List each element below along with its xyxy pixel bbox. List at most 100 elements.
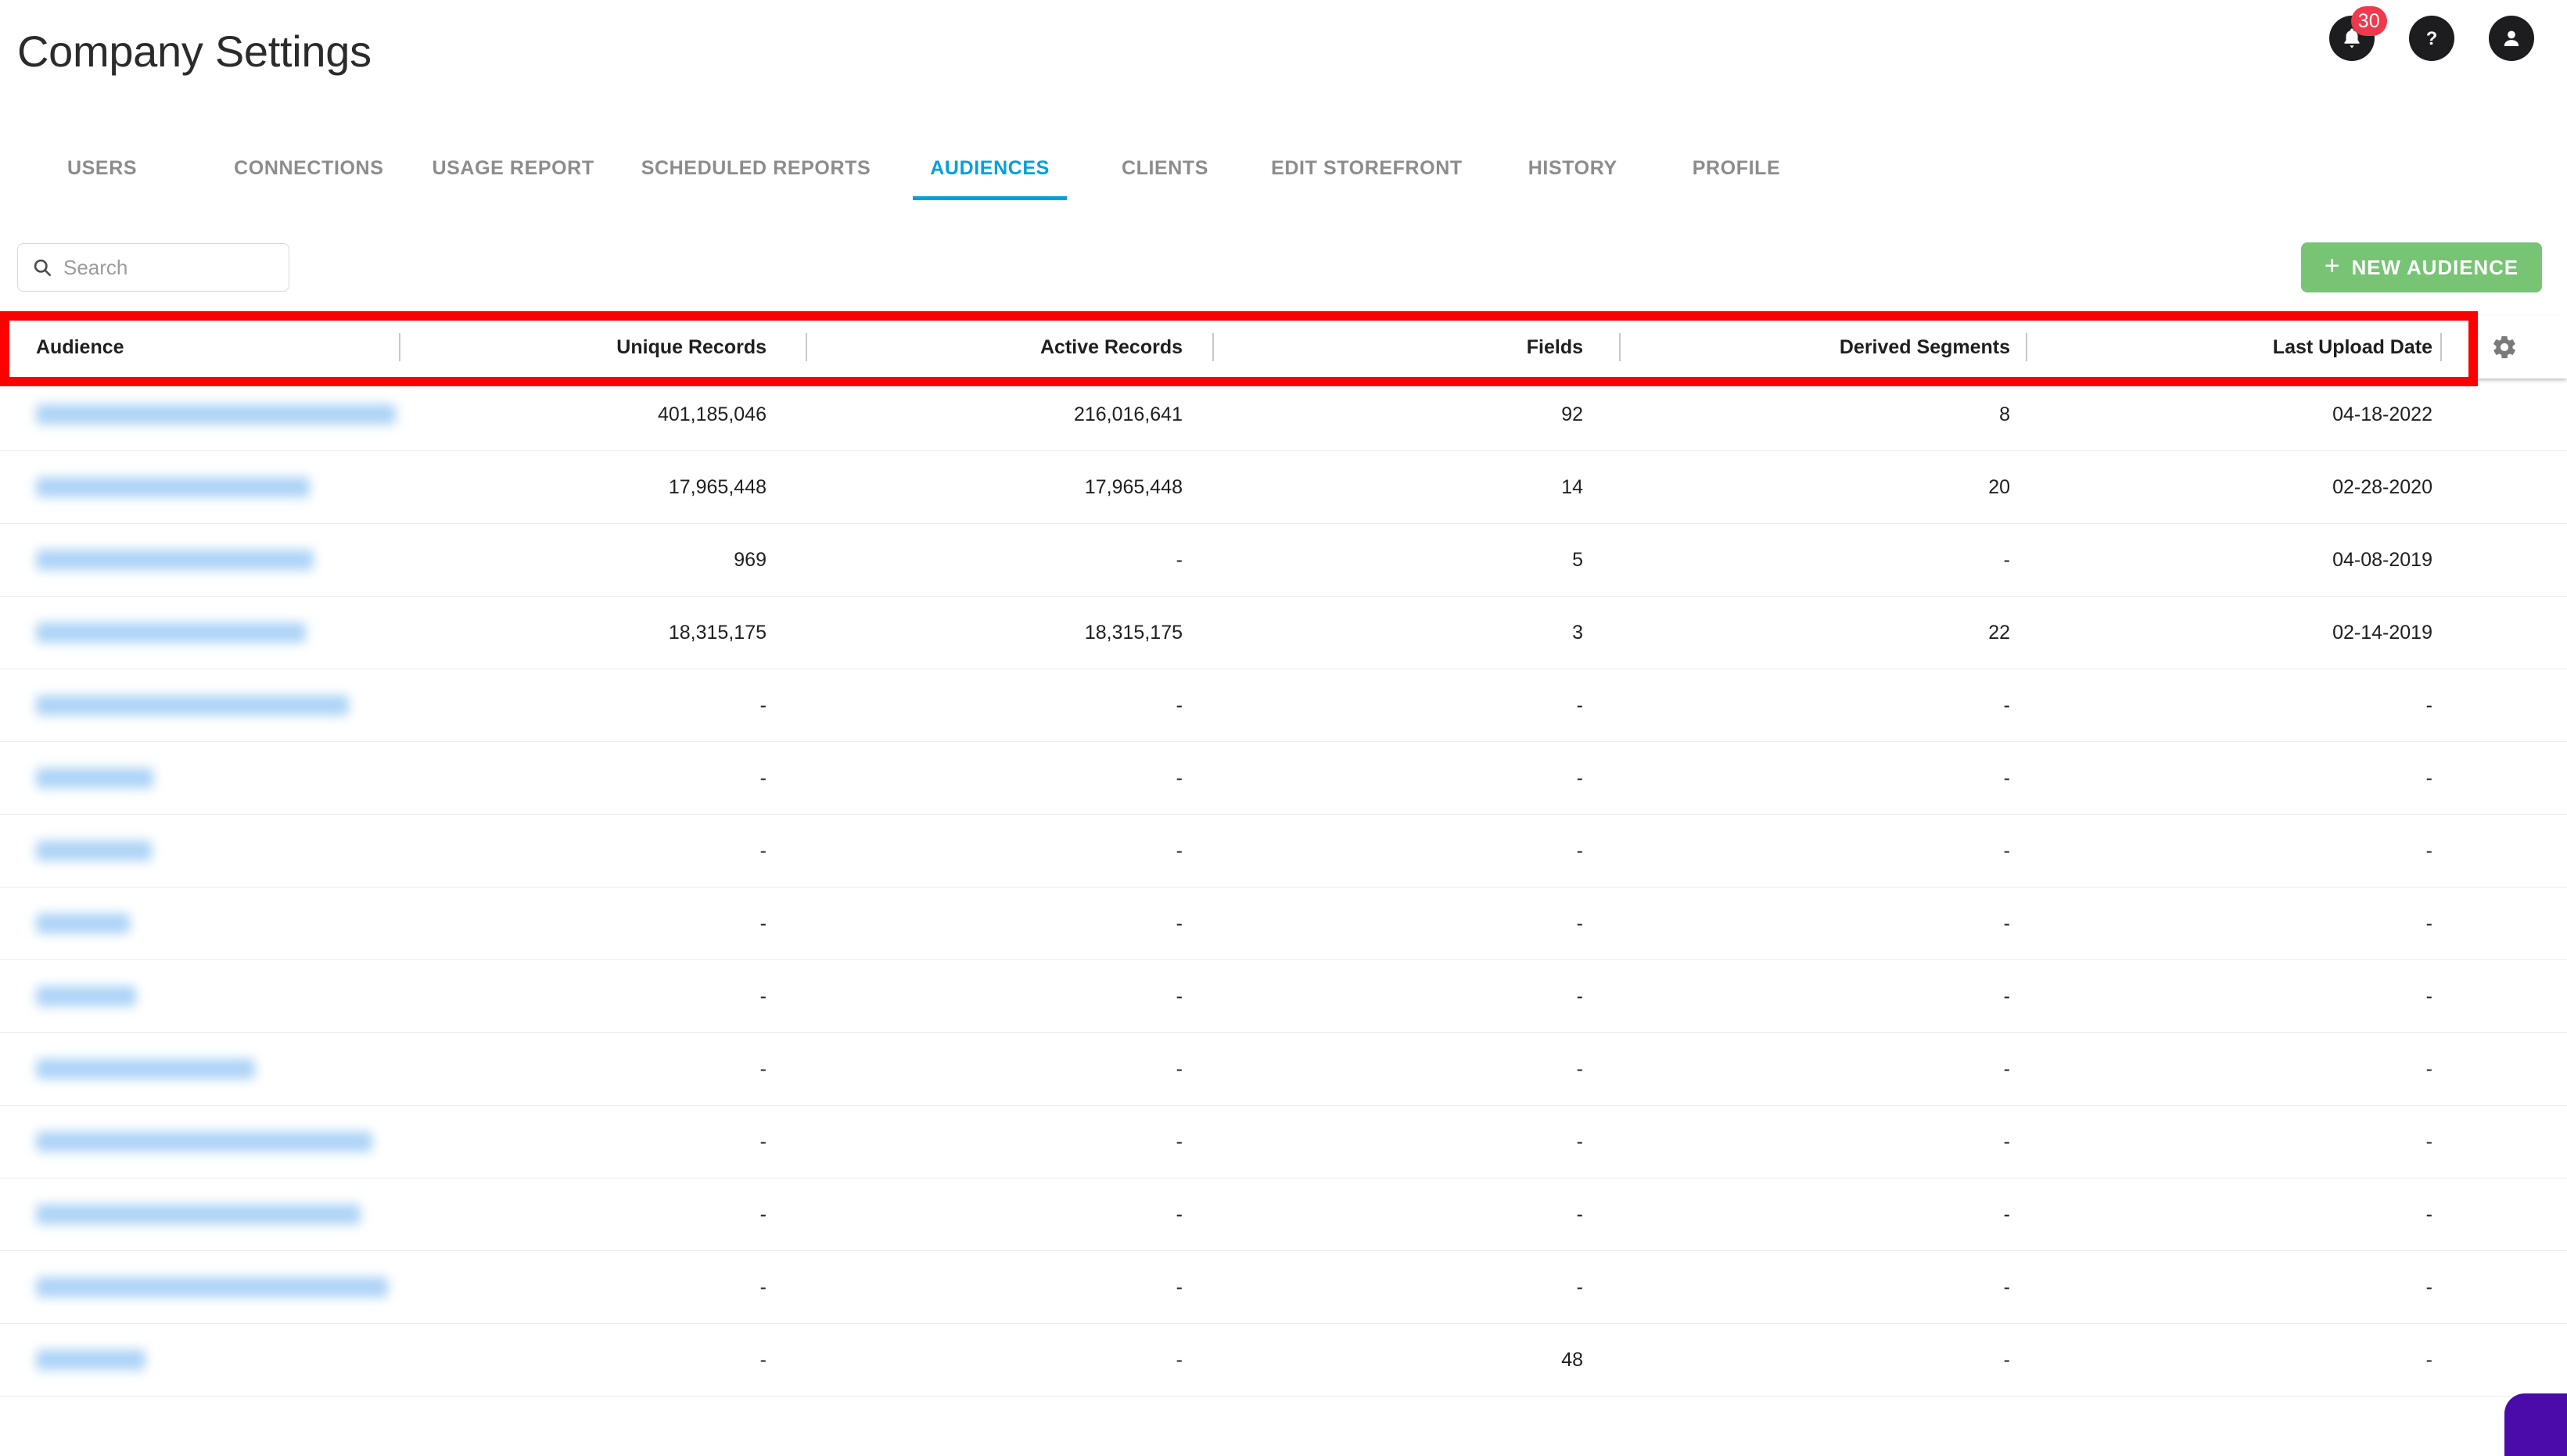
audience-name-redacted[interactable] bbox=[36, 695, 349, 715]
table-row[interactable]: - - - - - bbox=[0, 960, 2567, 1033]
tab-scheduled-reports[interactable]: SCHEDULED REPORTS bbox=[641, 157, 871, 200]
notifications-icon[interactable]: 30 bbox=[2329, 6, 2387, 61]
audience-name-redacted[interactable] bbox=[36, 622, 306, 643]
table-row[interactable]: - - - - - bbox=[0, 1251, 2567, 1324]
column-header-derived-segments[interactable]: Derived Segments bbox=[1621, 333, 2027, 361]
cell-derived-segments: 22 bbox=[1988, 621, 2010, 644]
table-row[interactable]: - - - - - bbox=[0, 888, 2567, 960]
search-icon bbox=[34, 259, 52, 277]
cell-spacer bbox=[2442, 378, 2567, 450]
audience-name-redacted[interactable] bbox=[36, 1204, 361, 1225]
table-settings-button[interactable] bbox=[2442, 334, 2567, 360]
cell-audience[interactable] bbox=[0, 597, 400, 669]
table-row[interactable]: - - - - - bbox=[0, 1106, 2567, 1178]
cell-derived-segments: - bbox=[2003, 984, 2010, 1007]
cell-audience[interactable] bbox=[0, 524, 400, 596]
table-header-row: Audience Unique Records Active Records F… bbox=[0, 316, 2567, 378]
account-icon[interactable] bbox=[2489, 16, 2534, 61]
cell-spacer bbox=[2442, 669, 2567, 741]
table-row[interactable]: 401,185,046 216,016,641 92 8 04-18-2022 bbox=[0, 378, 2567, 451]
column-header-audience[interactable]: Audience bbox=[0, 333, 400, 361]
cell-unique-records: - bbox=[759, 1348, 767, 1371]
cell-spacer bbox=[2442, 1106, 2567, 1178]
search-box[interactable] bbox=[17, 243, 289, 292]
tab-profile[interactable]: PROFILE bbox=[1693, 157, 1781, 200]
search-input[interactable] bbox=[63, 255, 275, 280]
table-row[interactable]: - - - - - bbox=[0, 742, 2567, 815]
table-row[interactable]: 18,315,175 18,315,175 3 22 02-14-2019 bbox=[0, 597, 2567, 669]
audience-name-redacted[interactable] bbox=[36, 477, 310, 497]
cell-audience[interactable] bbox=[0, 815, 400, 887]
tab-users[interactable]: USERS bbox=[67, 157, 137, 200]
audience-name-redacted[interactable] bbox=[36, 986, 136, 1006]
cell-fields: 14 bbox=[1561, 475, 1583, 498]
column-header-fields[interactable]: Fields bbox=[1214, 333, 1621, 361]
table-row[interactable]: - - - - - bbox=[0, 815, 2567, 888]
help-icon[interactable]: ? bbox=[2409, 16, 2454, 61]
cell-spacer bbox=[2442, 451, 2567, 523]
column-resizer-last-upload-date[interactable] bbox=[2440, 333, 2442, 361]
audience-name-redacted[interactable] bbox=[36, 1059, 255, 1079]
cell-active-records: - bbox=[1176, 1130, 1183, 1153]
cell-audience[interactable] bbox=[0, 1324, 400, 1396]
audience-name-redacted[interactable] bbox=[36, 1131, 372, 1152]
cell-fields: 5 bbox=[1572, 548, 1583, 571]
cell-active-records: - bbox=[1176, 1348, 1183, 1371]
audience-name-redacted[interactable] bbox=[36, 841, 152, 861]
cell-audience[interactable] bbox=[0, 960, 400, 1032]
cell-audience[interactable] bbox=[0, 669, 400, 741]
cell-audience[interactable] bbox=[0, 1178, 400, 1250]
column-header-derived-segments-label: Derived Segments bbox=[1839, 335, 2010, 358]
cell-audience[interactable] bbox=[0, 742, 400, 814]
new-audience-button[interactable]: + NEW AUDIENCE bbox=[2300, 242, 2542, 292]
tab-connections[interactable]: CONNECTIONS bbox=[234, 157, 383, 200]
cell-last-upload-date: 04-18-2022 bbox=[2332, 403, 2432, 425]
cell-derived-segments: - bbox=[2003, 1275, 2010, 1298]
cell-fields: - bbox=[1576, 1275, 1583, 1298]
cell-derived-segments: - bbox=[2003, 1057, 2010, 1080]
cell-spacer bbox=[2442, 1178, 2567, 1250]
cell-active-records: - bbox=[1176, 694, 1183, 716]
tab-edit-storefront[interactable]: EDIT STOREFRONT bbox=[1271, 157, 1463, 200]
cell-derived-segments: - bbox=[2003, 1348, 2010, 1371]
audience-name-redacted[interactable] bbox=[36, 768, 153, 788]
cell-spacer bbox=[2442, 742, 2567, 814]
column-header-active-records[interactable]: Active Records bbox=[807, 333, 1214, 361]
cell-last-upload-date: 02-28-2020 bbox=[2332, 475, 2432, 498]
table-row[interactable]: - - - - - bbox=[0, 1033, 2567, 1106]
cell-fields: 48 bbox=[1561, 1348, 1583, 1371]
table-row[interactable]: - - 48 - - bbox=[0, 1324, 2567, 1397]
chat-widget[interactable] bbox=[2504, 1393, 2567, 1456]
cell-audience[interactable] bbox=[0, 451, 400, 523]
cell-unique-records: - bbox=[759, 766, 767, 789]
tab-clients[interactable]: CLIENTS bbox=[1122, 157, 1208, 200]
tab-usage-report[interactable]: USAGE REPORT bbox=[432, 157, 594, 200]
cell-derived-segments: - bbox=[2003, 548, 2010, 571]
column-header-last-upload-date[interactable]: Last Upload Date bbox=[2027, 333, 2442, 361]
topbar-icons: 30 ? bbox=[2329, 6, 2534, 61]
audience-name-redacted[interactable] bbox=[36, 1350, 145, 1370]
page-title: Company Settings bbox=[17, 27, 372, 76]
audience-name-redacted[interactable] bbox=[36, 913, 130, 934]
cell-active-records: 216,016,641 bbox=[1073, 403, 1183, 425]
cell-audience[interactable] bbox=[0, 888, 400, 959]
cell-audience[interactable] bbox=[0, 1106, 400, 1178]
cell-spacer bbox=[2442, 1251, 2567, 1323]
cell-fields: - bbox=[1576, 839, 1583, 862]
cell-spacer bbox=[2442, 888, 2567, 959]
cell-audience[interactable] bbox=[0, 1251, 400, 1323]
table-row[interactable]: - - - - - bbox=[0, 1178, 2567, 1251]
cell-audience[interactable] bbox=[0, 378, 400, 450]
table-row[interactable]: 17,965,448 17,965,448 14 20 02-28-2020 bbox=[0, 451, 2567, 524]
cell-audience[interactable] bbox=[0, 1033, 400, 1105]
audience-name-redacted[interactable] bbox=[36, 1277, 388, 1297]
table-row[interactable]: 969 - 5 - 04-08-2019 bbox=[0, 524, 2567, 597]
cell-fields: - bbox=[1576, 766, 1583, 789]
tab-audiences[interactable]: AUDIENCES bbox=[913, 157, 1067, 200]
table-row[interactable]: - - - - - bbox=[0, 669, 2567, 742]
audience-name-redacted[interactable] bbox=[36, 550, 314, 570]
column-header-unique-records[interactable]: Unique Records bbox=[400, 333, 807, 361]
audience-name-redacted[interactable] bbox=[36, 404, 396, 425]
cell-active-records: - bbox=[1176, 1057, 1183, 1080]
tab-history[interactable]: HISTORY bbox=[1528, 157, 1617, 200]
